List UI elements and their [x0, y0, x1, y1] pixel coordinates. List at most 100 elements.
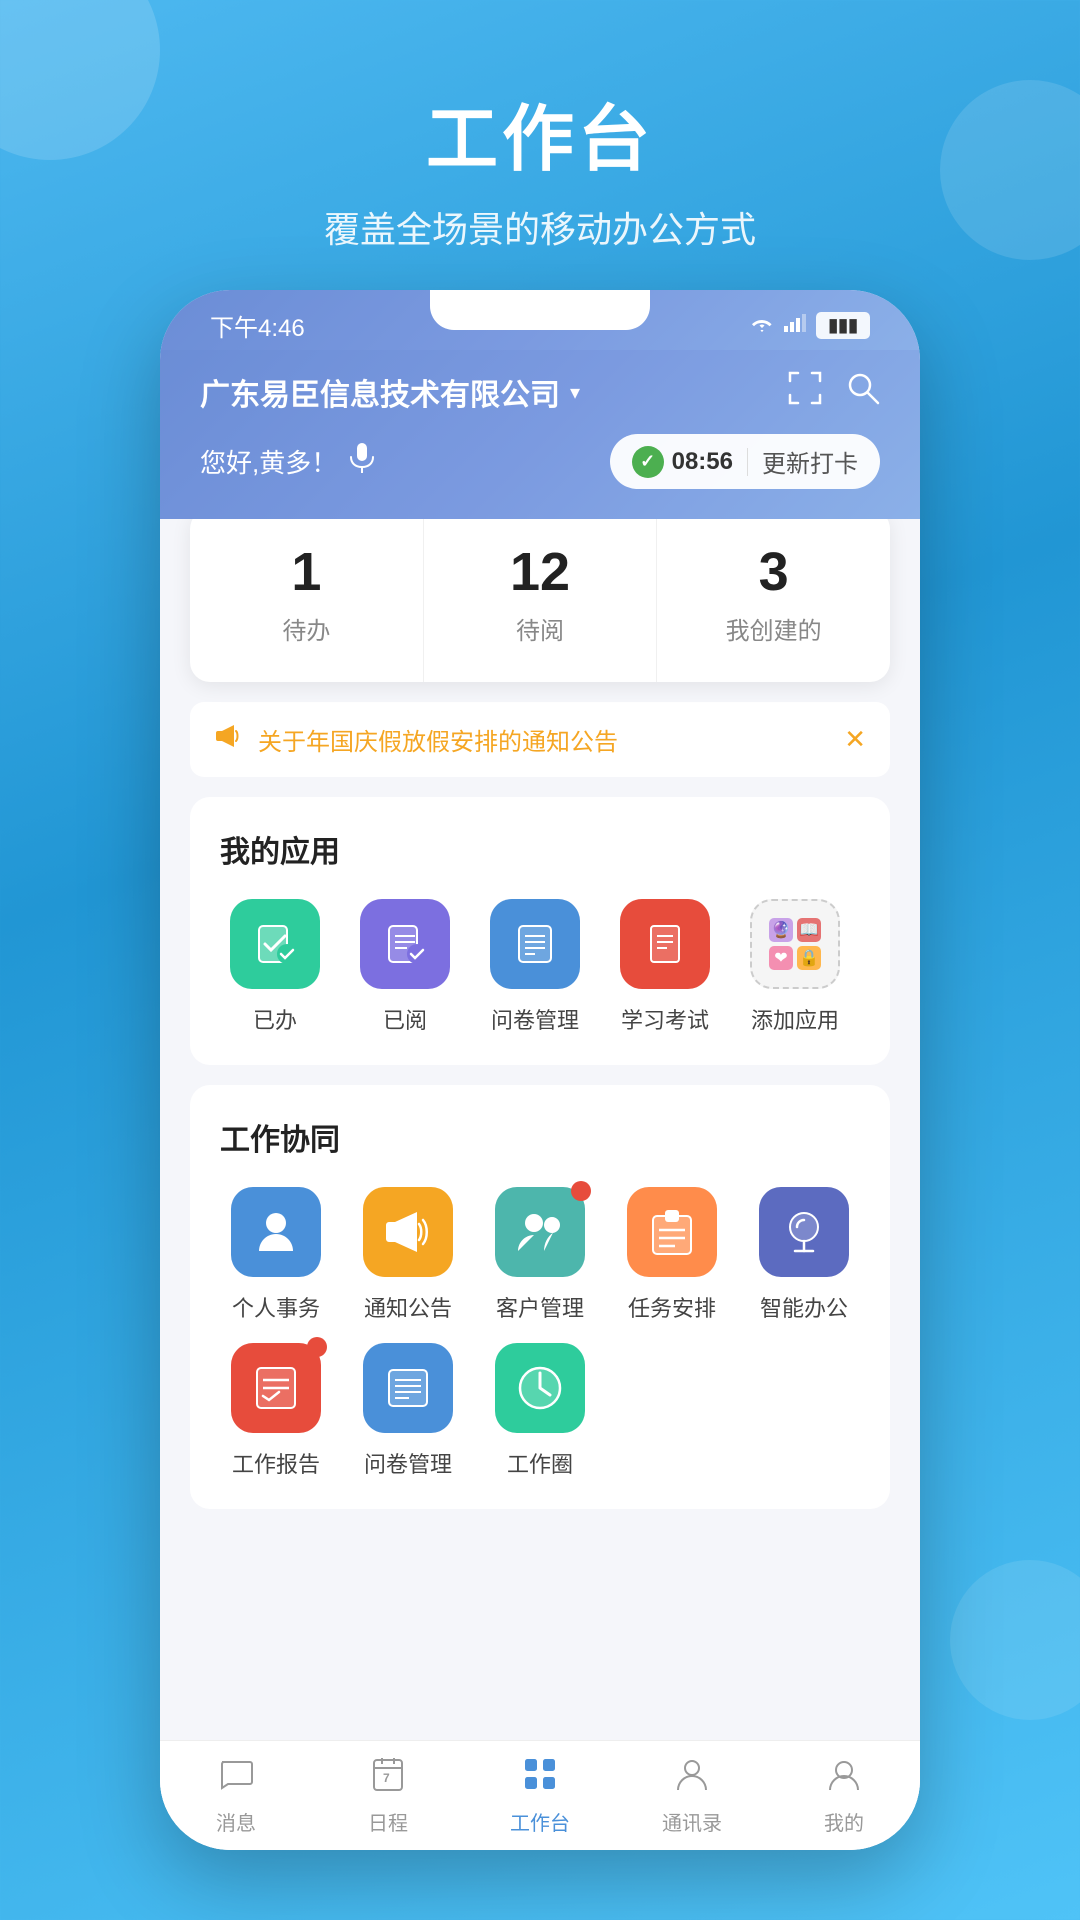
nav-label-mine: 我的 — [824, 1807, 864, 1836]
notice-text[interactable]: 关于年国庆假放假安排的通知公告 — [258, 722, 828, 757]
collab-icon-workreport — [231, 1343, 321, 1433]
collab-label-smart: 智能办公 — [760, 1291, 848, 1323]
nav-icon-contacts — [674, 1756, 710, 1801]
collab-item-workreport[interactable]: 工作报告 — [220, 1343, 332, 1479]
stat-pending-label: 待办 — [210, 611, 403, 646]
nav-item-messages[interactable]: 消息 — [160, 1756, 312, 1836]
app-item-survey[interactable]: 问卷管理 — [480, 899, 590, 1035]
collab-label-notice: 通知公告 — [364, 1291, 452, 1323]
phone-notch — [430, 290, 650, 330]
company-name-area[interactable]: 广东易臣信息技术有限公司 ▾ — [200, 370, 580, 414]
company-text: 广东易臣信息技术有限公司 — [200, 370, 560, 414]
check-icon: ✓ — [632, 446, 664, 478]
fullscreen-icon[interactable] — [788, 371, 822, 413]
nav-label-contacts: 通讯录 — [662, 1807, 722, 1836]
mic-icon[interactable] — [349, 443, 375, 480]
nav-item-schedule[interactable]: 7 日程 — [312, 1756, 464, 1836]
bottom-spacer — [160, 1529, 920, 1649]
collab-icon-notice — [363, 1187, 453, 1277]
app-label-survey: 问卷管理 — [491, 1003, 579, 1035]
nav-item-mine[interactable]: 我的 — [768, 1756, 920, 1836]
stat-to-read-number: 12 — [444, 545, 637, 599]
collab-label-workreport: 工作报告 — [232, 1447, 320, 1479]
work-collab-section: 工作协同 个人事务 — [190, 1085, 890, 1509]
checkin-area[interactable]: ✓ 08:56 更新打卡 — [610, 434, 880, 489]
bg-decoration-circle-bottomright — [950, 1560, 1080, 1720]
app-item-done[interactable]: 已办 — [220, 899, 330, 1035]
collab-icon-customer — [495, 1187, 585, 1277]
work-collab-title: 工作协同 — [220, 1115, 860, 1159]
stats-card: 1 待办 12 待阅 3 我创建的 — [190, 519, 890, 682]
stat-to-read[interactable]: 12 待阅 — [424, 519, 658, 682]
collab-icon-task — [627, 1187, 717, 1277]
app-item-exam[interactable]: 学习考试 — [610, 899, 720, 1035]
app-item-add[interactable]: 🔮 📖 ❤ 🔒 添加 — [740, 899, 850, 1035]
collab-item-personal[interactable]: 个人事务 — [220, 1187, 332, 1323]
stat-pending[interactable]: 1 待办 — [190, 519, 424, 682]
my-apps-title: 我的应用 — [220, 827, 860, 871]
app-label-read: 已阅 — [383, 1003, 427, 1035]
collab-item-customer[interactable]: 客户管理 — [484, 1187, 596, 1323]
phone-mockup: 下午4:46 ▮▮▮ 广东易臣信息技术有限公司 ▾ — [160, 290, 920, 1850]
collab-item-notice[interactable]: 通知公告 — [352, 1187, 464, 1323]
page-header: 工作台 覆盖全场景的移动办公方式 — [0, 0, 1080, 293]
app-icon-exam — [620, 899, 710, 989]
app-icon-add: 🔮 📖 ❤ 🔒 — [750, 899, 840, 989]
app-label-exam: 学习考试 — [621, 1003, 709, 1035]
phone-content: 1 待办 12 待阅 3 我创建的 关于年国庆假放假安排的通知公告 ✕ — [160, 519, 920, 1850]
notice-banner: 关于年国庆假放假安排的通知公告 ✕ — [190, 702, 890, 777]
checkin-time-text: 08:56 — [672, 448, 733, 476]
greeting-area: 您好,黄多！ — [200, 443, 375, 480]
collab-item-smart[interactable]: 智能办公 — [748, 1187, 860, 1323]
page-title: 工作台 — [0, 80, 1080, 185]
checkin-time: ✓ 08:56 — [632, 446, 733, 478]
nav-label-schedule: 日程 — [368, 1807, 408, 1836]
collab-label-personal: 个人事务 — [232, 1291, 320, 1323]
wifi-icon — [750, 312, 774, 338]
greeting-text: 您好,黄多！ — [200, 443, 337, 480]
nav-label-messages: 消息 — [216, 1807, 256, 1836]
nav-icon-mine — [826, 1756, 862, 1801]
collab-label-task: 任务安排 — [628, 1291, 716, 1323]
nav-icon-messages — [218, 1756, 254, 1801]
collab-label-questionnaire: 问卷管理 — [364, 1447, 452, 1479]
app-label-done: 已办 — [253, 1003, 297, 1035]
checkin-divider — [747, 448, 748, 476]
status-time: 下午4:46 — [210, 308, 305, 343]
stat-created-number: 3 — [677, 545, 870, 599]
my-apps-grid: 已办 已阅 — [220, 899, 860, 1035]
nav-item-contacts[interactable]: 通讯录 — [616, 1756, 768, 1836]
stat-to-read-label: 待阅 — [444, 611, 637, 646]
collab-icon-smart — [759, 1187, 849, 1277]
nav-label-workbench: 工作台 — [510, 1807, 570, 1836]
nav-icon-schedule: 7 — [370, 1756, 406, 1801]
my-apps-section: 我的应用 已办 — [190, 797, 890, 1065]
collab-item-workcircle[interactable]: 工作圈 — [484, 1343, 596, 1479]
nav-item-workbench[interactable]: 工作台 — [464, 1756, 616, 1836]
search-icon[interactable] — [846, 371, 880, 413]
stat-pending-number: 1 — [210, 545, 403, 599]
collab-icon-questionnaire — [363, 1343, 453, 1433]
collab-icon-personal — [231, 1187, 321, 1277]
app-header: 广东易臣信息技术有限公司 ▾ 您好,黄多！ — [160, 350, 920, 519]
signal-icon — [784, 312, 806, 338]
collab-label-workcircle: 工作圈 — [507, 1447, 573, 1479]
status-icons: ▮▮▮ — [750, 312, 870, 339]
stat-created[interactable]: 3 我创建的 — [657, 519, 890, 682]
stat-created-label: 我创建的 — [677, 611, 870, 646]
collab-icon-workcircle — [495, 1343, 585, 1433]
company-dropdown-icon[interactable]: ▾ — [570, 380, 580, 405]
page-subtitle: 覆盖全场景的移动办公方式 — [0, 201, 1080, 253]
collab-item-task[interactable]: 任务安排 — [616, 1187, 728, 1323]
notice-speaker-icon — [214, 723, 242, 756]
bottom-nav: 消息 7 日程 — [160, 1740, 920, 1850]
svg-text:7: 7 — [383, 1771, 390, 1785]
update-checkin-button[interactable]: 更新打卡 — [762, 444, 858, 479]
nav-icon-workbench — [522, 1756, 558, 1801]
badge-customer — [571, 1181, 591, 1201]
notice-close-icon[interactable]: ✕ — [844, 724, 866, 755]
app-item-read[interactable]: 已阅 — [350, 899, 460, 1035]
app-icon-survey — [490, 899, 580, 989]
collab-item-questionnaire[interactable]: 问卷管理 — [352, 1343, 464, 1479]
badge-workreport — [307, 1337, 327, 1357]
